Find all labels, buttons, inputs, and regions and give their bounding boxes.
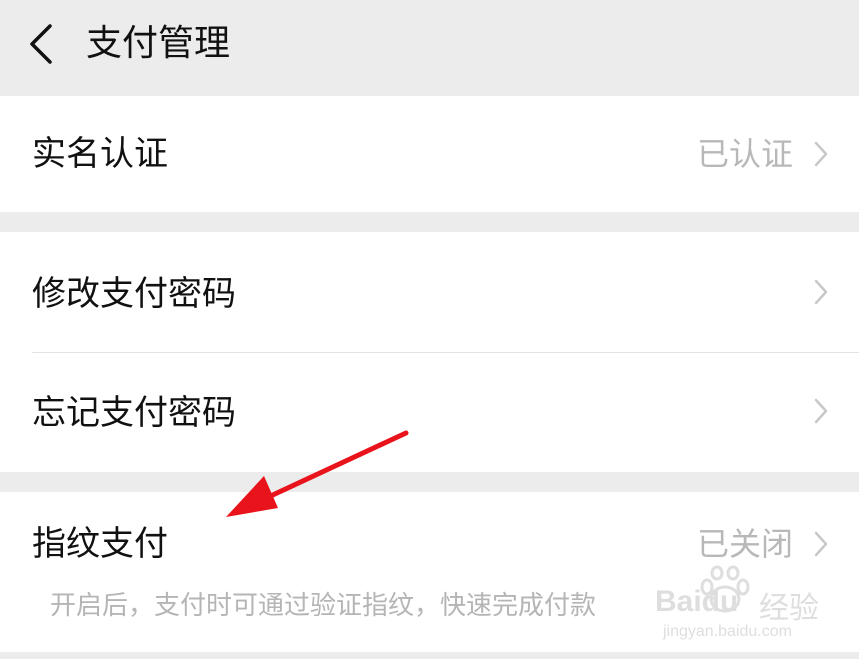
row-change-password[interactable]: 修改支付密码 [0,232,859,352]
row-label: 忘记支付密码 [32,393,236,433]
back-button[interactable] [22,22,62,66]
chevron-right-icon [814,398,828,424]
chevron-right-icon [814,279,828,305]
watermark-url: jingyan.baidu.com [663,623,792,640]
fingerprint-hint: 开启后，支付时可通过验证指纹，快速完成付款 [50,591,597,621]
row-label: 指纹支付 [32,524,168,564]
row-label: 修改支付密码 [32,274,236,314]
watermark-suffix: 经验 [759,592,819,625]
group-password: 修改支付密码 忘记支付密码 [0,232,859,472]
top-bar: 支付管理 [0,0,859,92]
chevron-right-icon [814,531,828,557]
group-verification: 实名认证 已认证 [0,96,859,212]
page-title: 支付管理 [86,23,231,64]
row-label: 实名认证 [32,134,168,174]
watermark-brand: Baidu [655,585,739,618]
baidu-watermark: Baidu 经验 jingyan.baidu.com [655,565,845,645]
chevron-right-icon [814,141,828,167]
payment-management-screen: 支付管理 实名认证 已认证 修改支付密码 忘记支付密码 指纹支付 已关闭 开启后… [0,0,859,659]
chevron-left-icon [30,24,52,64]
row-real-name-verification[interactable]: 实名认证 已认证 [0,96,859,212]
fingerprint-status: 已关闭 [696,525,793,563]
row-forgot-password[interactable]: 忘记支付密码 [0,353,859,472]
verification-status: 已认证 [696,135,793,173]
